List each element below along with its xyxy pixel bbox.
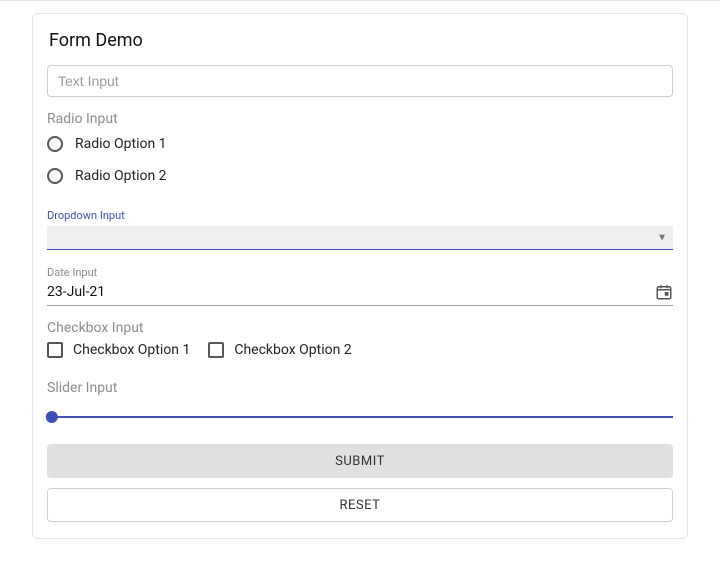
slider-thumb[interactable] bbox=[46, 411, 58, 423]
slider-input[interactable] bbox=[47, 416, 673, 418]
dropdown-label: Dropdown Input bbox=[47, 209, 673, 222]
radio-group-label: Radio Input bbox=[47, 111, 673, 127]
slider-track bbox=[47, 416, 673, 418]
submit-button[interactable]: Submit bbox=[47, 444, 673, 478]
date-value: 23-Jul-21 bbox=[47, 284, 105, 300]
checkbox-icon bbox=[208, 342, 224, 358]
calendar-icon bbox=[655, 283, 673, 301]
chevron-down-icon: ▼ bbox=[657, 232, 667, 243]
radio-option-1[interactable]: Radio Option 1 bbox=[47, 133, 673, 155]
checkbox-group-label: Checkbox Input bbox=[47, 320, 673, 336]
reset-button-label: Reset bbox=[340, 498, 381, 513]
checkbox-option-label: Checkbox Option 2 bbox=[234, 342, 351, 358]
radio-option-label: Radio Option 2 bbox=[75, 168, 167, 184]
reset-button[interactable]: Reset bbox=[47, 488, 673, 522]
checkbox-icon bbox=[47, 342, 63, 358]
date-input-label: Date Input bbox=[47, 266, 673, 279]
dropdown-input[interactable]: ▼ bbox=[47, 226, 673, 250]
text-input[interactable] bbox=[47, 65, 673, 97]
checkbox-option-1[interactable]: Checkbox Option 1 bbox=[47, 342, 190, 358]
checkbox-option-2[interactable]: Checkbox Option 2 bbox=[208, 342, 351, 358]
radio-option-2[interactable]: Radio Option 2 bbox=[47, 165, 673, 187]
radio-option-label: Radio Option 1 bbox=[75, 136, 167, 152]
form-title: Form Demo bbox=[49, 30, 673, 51]
date-input[interactable]: 23-Jul-21 bbox=[47, 283, 673, 306]
checkbox-group: Checkbox Option 1 Checkbox Option 2 bbox=[47, 342, 673, 358]
slider-label: Slider Input bbox=[47, 380, 673, 396]
radio-icon bbox=[47, 136, 63, 152]
submit-button-label: Submit bbox=[335, 454, 385, 469]
radio-icon bbox=[47, 168, 63, 184]
form-card: Form Demo Radio Input Radio Option 1 Rad… bbox=[32, 13, 688, 539]
checkbox-option-label: Checkbox Option 1 bbox=[73, 342, 190, 358]
